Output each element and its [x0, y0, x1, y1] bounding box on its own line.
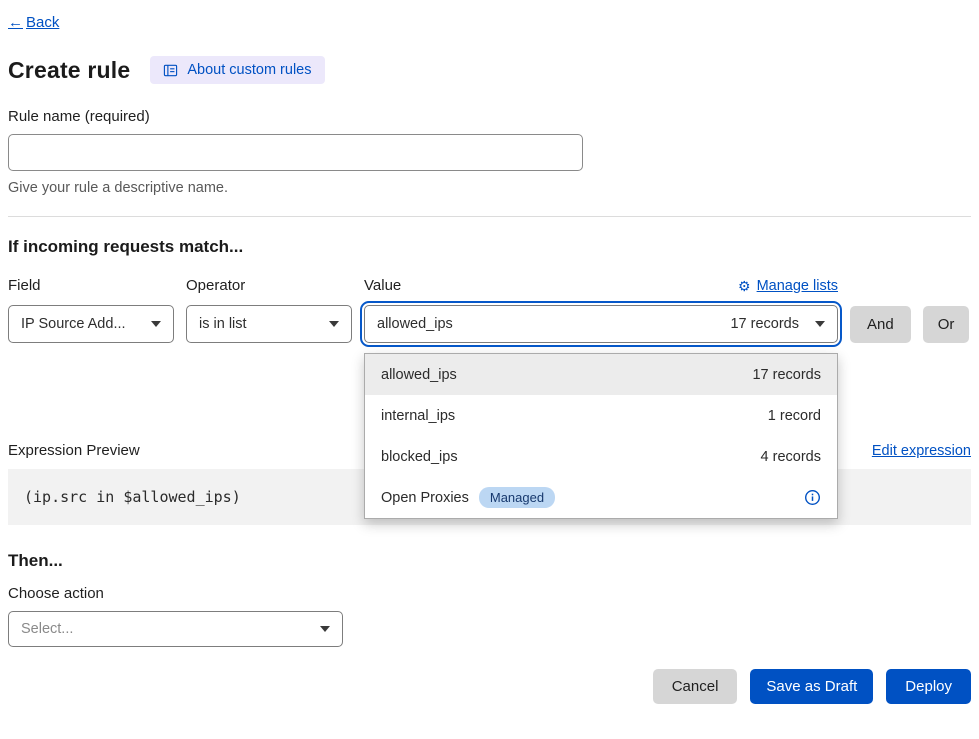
about-custom-rules-link[interactable]: About custom rules — [150, 56, 324, 84]
operator-select[interactable]: is in list — [186, 305, 352, 343]
rule-name-input[interactable] — [8, 134, 583, 171]
or-button[interactable]: Or — [923, 306, 970, 343]
gear-icon: ⚙ — [738, 279, 751, 293]
back-label: Back — [26, 14, 59, 31]
operator-select-value: is in list — [199, 316, 247, 332]
info-icon[interactable] — [804, 489, 821, 506]
deploy-button[interactable]: Deploy — [886, 669, 971, 704]
cancel-button[interactable]: Cancel — [653, 669, 738, 704]
list-item-name: internal_ips — [381, 408, 455, 424]
and-button[interactable]: And — [850, 306, 911, 343]
book-icon — [163, 63, 178, 78]
then-heading: Then... — [8, 551, 971, 571]
create-rule-page: ← Back Create rule About custom rules Ru… — [0, 0, 979, 739]
list-item-open-proxies[interactable]: Open Proxies Managed — [365, 477, 837, 518]
manage-lists-label: Manage lists — [757, 278, 838, 294]
rule-name-helper-text: Give your rule a descriptive name. — [8, 180, 971, 196]
field-select[interactable]: IP Source Add... — [8, 305, 174, 343]
edit-expression-link[interactable]: Edit expression — [872, 443, 971, 459]
choose-action-label: Choose action — [8, 585, 971, 602]
list-item-detail: 4 records — [761, 449, 821, 465]
chevron-down-icon — [151, 321, 161, 327]
list-item-detail: 1 record — [768, 408, 821, 424]
footer-actions: Cancel Save as Draft Deploy — [8, 669, 971, 704]
expression-preview-label: Expression Preview — [8, 442, 140, 459]
rule-name-label: Rule name (required) — [8, 108, 971, 125]
match-controls-row: IP Source Add... is in list allowed_ips … — [8, 305, 971, 343]
value-select-records: 17 records — [730, 316, 799, 332]
back-link[interactable]: ← Back — [8, 14, 59, 31]
list-item-detail: 17 records — [752, 367, 821, 383]
value-select[interactable]: allowed_ips 17 records — [364, 305, 838, 343]
managed-badge: Managed — [479, 487, 555, 508]
save-as-draft-button[interactable]: Save as Draft — [750, 669, 873, 704]
list-item-name: allowed_ips — [381, 367, 457, 383]
section-divider — [8, 216, 971, 217]
chevron-down-icon — [320, 626, 330, 632]
match-labels-row: Field Operator Value ⚙ Manage lists — [8, 277, 971, 294]
expression-code: (ip.src in $allowed_ips) — [24, 488, 241, 506]
then-section: Then... Choose action Select... — [8, 551, 971, 647]
action-select-placeholder: Select... — [21, 621, 73, 637]
list-item-name: Open Proxies — [381, 490, 469, 506]
page-title: Create rule — [8, 57, 130, 84]
value-label: Value — [364, 277, 401, 294]
rule-name-section: Rule name (required) Give your rule a de… — [8, 108, 971, 196]
value-select-value: allowed_ips — [377, 316, 453, 332]
field-label: Field — [8, 277, 174, 294]
value-select-wrapper: allowed_ips 17 records allowed_ips 17 re… — [364, 305, 838, 343]
title-row: Create rule About custom rules — [8, 56, 971, 84]
list-item-name: blocked_ips — [381, 449, 458, 465]
back-arrow-icon: ← — [8, 14, 23, 31]
action-select[interactable]: Select... — [8, 611, 343, 647]
chevron-down-icon — [815, 321, 825, 327]
list-item-blocked-ips[interactable]: blocked_ips 4 records — [365, 436, 837, 477]
list-dropdown-menu: allowed_ips 17 records internal_ips 1 re… — [364, 353, 838, 519]
chevron-down-icon — [329, 321, 339, 327]
match-section-heading: If incoming requests match... — [8, 237, 971, 257]
list-item-allowed-ips[interactable]: allowed_ips 17 records — [365, 354, 837, 395]
list-item-internal-ips[interactable]: internal_ips 1 record — [365, 395, 837, 436]
about-custom-rules-label: About custom rules — [187, 62, 311, 78]
field-select-value: IP Source Add... — [21, 316, 126, 332]
manage-lists-link[interactable]: ⚙ Manage lists — [738, 278, 838, 294]
operator-label: Operator — [186, 277, 352, 294]
